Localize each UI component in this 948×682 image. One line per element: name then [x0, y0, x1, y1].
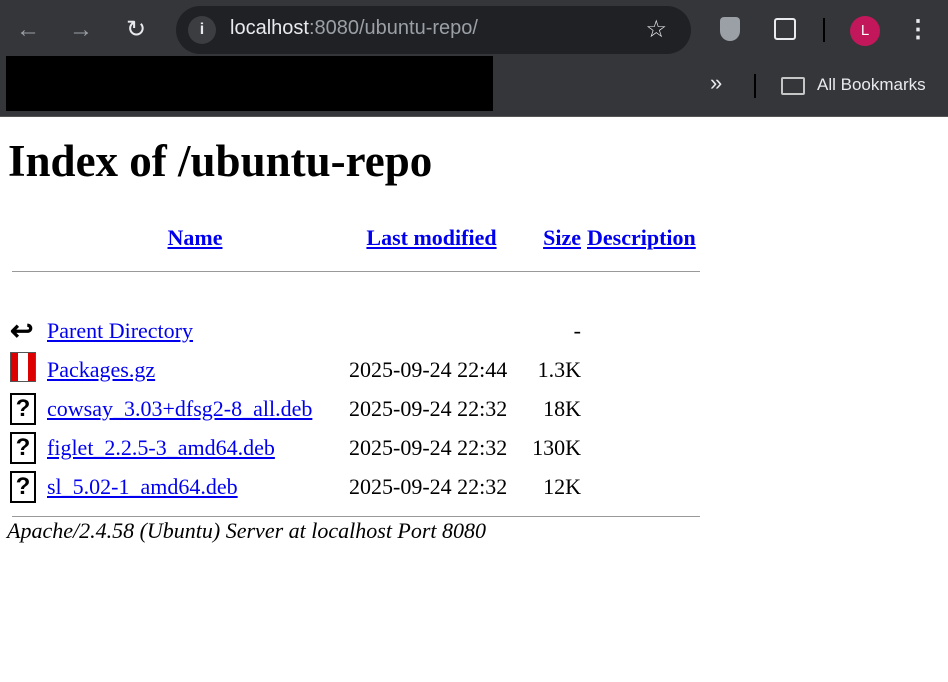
file-link[interactable]: Parent Directory: [47, 318, 193, 343]
all-bookmarks-button[interactable]: All Bookmarks: [817, 75, 926, 95]
bookmarks-overflow-button[interactable]: »: [710, 70, 722, 96]
file-size: -: [573, 317, 581, 343]
last-modified: 2025-09-24 22:32: [349, 473, 508, 499]
table-row: ? sl_5.02-1_amd64.deb 2025-09-24 22:32 1…: [10, 467, 700, 506]
profile-avatar[interactable]: L: [850, 16, 880, 46]
forward-button[interactable]: →: [65, 14, 97, 46]
unknown-file-icon: ?: [10, 431, 36, 464]
file-link[interactable]: cowsay_3.03+dfsg2-8_all.deb: [47, 396, 312, 421]
sort-by-description[interactable]: Description: [587, 225, 696, 250]
bookmarks-bar: » All Bookmarks: [0, 56, 948, 117]
url-path: :8080/ubuntu-repo/: [308, 17, 478, 39]
extensions-icon[interactable]: [774, 18, 796, 40]
sort-by-modified[interactable]: Last modified: [366, 225, 496, 250]
server-signature: Apache/2.4.58 (Ubuntu) Server at localho…: [7, 518, 487, 543]
divider: [12, 515, 700, 517]
file-link[interactable]: figlet_2.2.5-3_amd64.deb: [47, 435, 275, 460]
table-row: ↩ Parent Directory -: [10, 311, 700, 350]
directory-listing: Name Last modified Size Description ↩ Pa…: [10, 215, 700, 526]
url-host: localhost: [230, 17, 309, 39]
table-row: ? figlet_2.2.5-3_amd64.deb 2025-09-24 22…: [10, 428, 700, 467]
file-size: 130K: [532, 434, 581, 460]
compressed-icon: [10, 351, 36, 387]
last-modified: 2025-09-24 22:32: [349, 434, 508, 460]
table-row: Packages.gz 2025-09-24 22:44 1.3K: [10, 350, 700, 389]
site-info-icon[interactable]: i: [188, 16, 216, 44]
table-row: ? cowsay_3.03+dfsg2-8_all.deb 2025-09-24…: [10, 389, 700, 428]
file-link[interactable]: Packages.gz: [47, 357, 155, 382]
last-modified: 2025-09-24 22:32: [349, 395, 508, 421]
address-bar[interactable]: i localhost:8080/ubuntu-repo/ ☆: [176, 6, 691, 54]
browser-toolbar: ← → ↻ i localhost:8080/ubuntu-repo/ ☆ L …: [0, 0, 948, 56]
unknown-file-icon: ?: [10, 470, 36, 503]
menu-icon[interactable]: ⋮: [902, 14, 934, 46]
sort-by-size[interactable]: Size: [543, 225, 581, 250]
divider: [823, 18, 825, 42]
unknown-file-icon: ?: [10, 392, 36, 425]
divider: [754, 74, 756, 98]
page-title: Index of /ubuntu-repo: [8, 136, 433, 186]
file-size: 12K: [543, 473, 581, 499]
last-modified: [343, 311, 520, 350]
file-size: 18K: [543, 395, 581, 421]
back-icon: ↩: [10, 315, 34, 347]
file-size: 1.3K: [537, 356, 581, 382]
divider: [12, 270, 700, 272]
redacted-region: [6, 56, 493, 111]
bookmark-star-icon[interactable]: ☆: [645, 15, 667, 44]
sort-by-name[interactable]: Name: [168, 225, 223, 250]
file-link[interactable]: sl_5.02-1_amd64.deb: [47, 474, 238, 499]
back-button[interactable]: ←: [12, 14, 44, 46]
folder-icon: [781, 77, 805, 95]
shield-extension-icon[interactable]: [720, 17, 740, 41]
reload-button[interactable]: ↻: [120, 14, 152, 46]
last-modified: 2025-09-24 22:44: [349, 356, 508, 382]
